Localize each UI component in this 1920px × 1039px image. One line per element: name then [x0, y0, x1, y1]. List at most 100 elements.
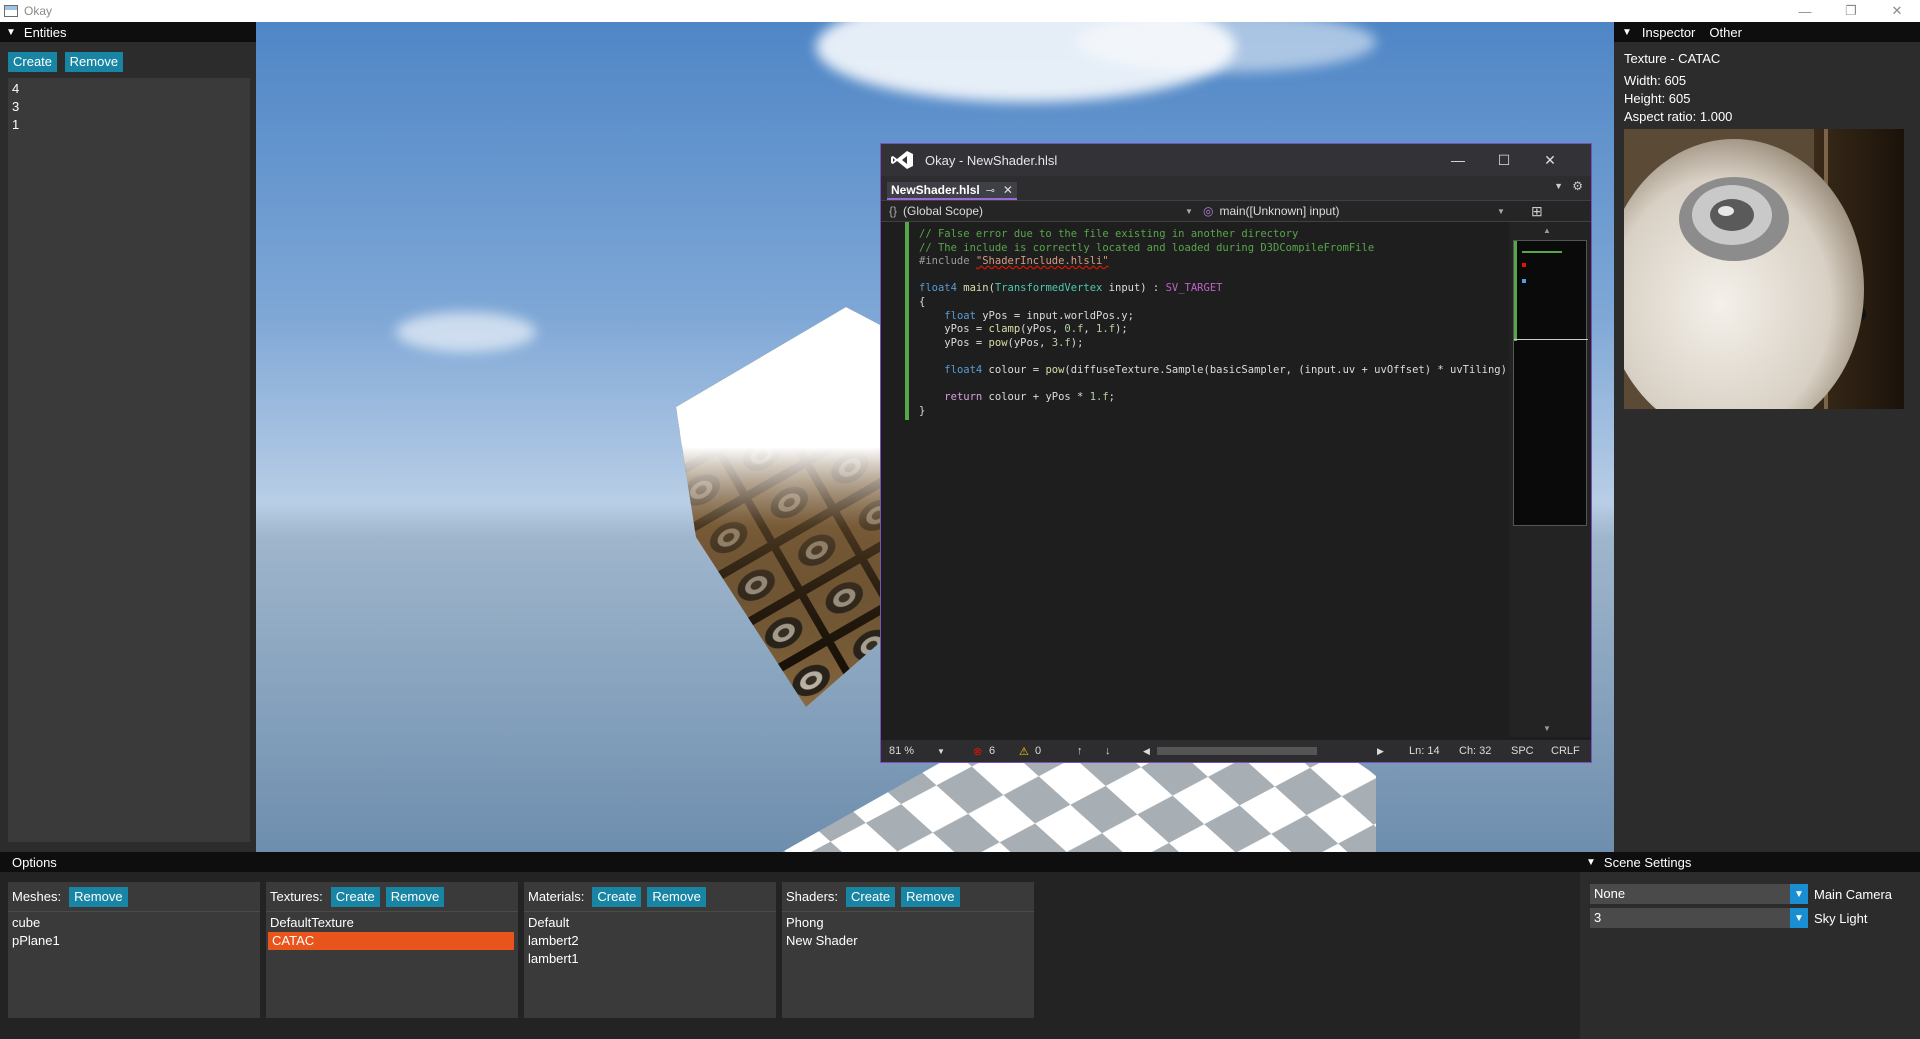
materials-label: Materials:	[528, 889, 585, 904]
scroll-right-icon[interactable]: ▶	[1377, 746, 1384, 757]
textures-header: Textures: Create Remove	[266, 882, 518, 912]
remove-mesh-button[interactable]: Remove	[69, 886, 128, 907]
app-icon	[4, 5, 18, 17]
textures-label: Textures:	[270, 889, 323, 904]
warning-icon[interactable]: ⚠	[1019, 745, 1029, 758]
minimize-button[interactable]: —	[1782, 0, 1828, 22]
split-icon[interactable]: ⊞	[1531, 203, 1543, 220]
pin-icon[interactable]: ⊸	[986, 184, 995, 197]
material-list: Default lambert2 lambert1	[524, 912, 776, 968]
zoom-dropdown-icon[interactable]: ▼	[937, 747, 945, 756]
list-item[interactable]: 3	[12, 98, 246, 116]
restore-button[interactable]: ❐	[1828, 0, 1874, 22]
create-entity-button[interactable]: Create	[8, 52, 58, 72]
tab-dropdown-icon[interactable]: ▼	[1554, 181, 1563, 191]
change-indicator	[905, 222, 909, 420]
list-item[interactable]: 4	[12, 80, 246, 98]
materials-column: Materials: Create Remove Default lambert…	[524, 882, 776, 1018]
scroll-up-icon[interactable]: ▲	[1543, 226, 1551, 235]
spacing-mode[interactable]: SPC	[1511, 745, 1534, 757]
warning-count[interactable]: 0	[1035, 745, 1041, 757]
function-icon: ◎	[1203, 204, 1214, 218]
tab-label: NewShader.hlsl	[891, 183, 980, 197]
braces-icon: {}	[889, 204, 898, 218]
entities-panel: ▼ Entities Create Remove 4 3 1	[0, 22, 256, 852]
list-item[interactable]: lambert2	[524, 932, 776, 950]
list-item[interactable]: pPlane1	[8, 932, 260, 950]
meshes-column: Meshes: Remove cube pPlane1	[8, 882, 260, 1018]
list-item[interactable]: cube	[8, 914, 260, 932]
close-button[interactable]: ✕	[1874, 0, 1920, 22]
collapse-triangle-icon[interactable]: ▼	[1586, 857, 1596, 868]
tab-inspector[interactable]: Inspector	[1642, 25, 1695, 40]
list-item-selected[interactable]: CATAC	[268, 932, 514, 950]
line-ending[interactable]: CRLF	[1551, 745, 1580, 757]
create-material-button[interactable]: Create	[592, 886, 642, 907]
editor-navbar: {} (Global Scope) ▼ ◎ main([Unknown] input…	[881, 200, 1591, 222]
main-camera-label: Main Camera	[1814, 886, 1893, 902]
main-camera-select[interactable]: None	[1590, 884, 1790, 904]
line-number: Ln: 14	[1409, 745, 1440, 757]
sky-light-select[interactable]: 3	[1590, 908, 1790, 928]
prev-issue-icon[interactable]: ↑	[1077, 745, 1083, 757]
tab-newshader[interactable]: NewShader.hlsl ⊸ ✕	[887, 182, 1017, 200]
entity-list: 4 3 1	[8, 78, 250, 842]
materials-header: Materials: Create Remove	[524, 882, 776, 912]
scope-label: (Global Scope)	[903, 204, 984, 218]
code-area[interactable]: // False error due to the file existing …	[881, 222, 1526, 737]
next-issue-icon[interactable]: ↓	[1105, 745, 1111, 757]
create-shader-button[interactable]: Create	[846, 886, 896, 907]
collapse-triangle-icon[interactable]: ▼	[6, 27, 16, 38]
editor-title: Okay - NewShader.hlsl	[925, 152, 1058, 168]
texture-height: Height: 605	[1624, 91, 1691, 106]
list-item[interactable]: lambert1	[524, 950, 776, 968]
list-item[interactable]: DefaultTexture	[266, 914, 518, 932]
function-dropdown[interactable]: ◎ main([Unknown] input)	[1203, 204, 1340, 218]
inspector-tabs: ▼ Inspector Other	[1614, 22, 1920, 42]
scope-dropdown[interactable]: {} (Global Scope)	[889, 204, 983, 218]
editor-close-button[interactable]: ✕	[1527, 144, 1573, 176]
error-count[interactable]: 6	[989, 745, 995, 757]
meshes-label: Meshes:	[12, 889, 62, 904]
options-panel: Options Meshes: Remove cube pPlane1 Text…	[0, 852, 1580, 1039]
textures-column: Textures: Create Remove DefaultTexture C…	[266, 882, 518, 1018]
shaders-header: Shaders: Create Remove	[782, 882, 1034, 912]
list-item[interactable]: Phong	[782, 914, 1034, 932]
create-texture-button[interactable]: Create	[330, 886, 380, 907]
horizontal-scrollbar[interactable]	[1157, 747, 1317, 755]
entities-header[interactable]: ▼ Entities	[0, 22, 256, 42]
scene-settings-header[interactable]: ▼ Scene Settings	[1580, 852, 1920, 872]
main-camera-row: None ▼ Main Camera	[1590, 884, 1892, 904]
code-editor-window[interactable]: Okay - NewShader.hlsl — ☐ ✕ NewShader.hl…	[880, 143, 1592, 763]
entities-buttons: Create Remove	[8, 52, 124, 72]
remove-entity-button[interactable]: Remove	[64, 52, 124, 72]
entities-title: Entities	[23, 24, 67, 40]
remove-material-button[interactable]: Remove	[647, 886, 706, 907]
code-minimap[interactable]: ▲ ▼	[1509, 222, 1591, 737]
editor-minimize-button[interactable]: —	[1435, 144, 1481, 176]
chevron-down-icon[interactable]: ▼	[1790, 908, 1808, 928]
list-item[interactable]: New Shader	[782, 932, 1034, 950]
list-item[interactable]: 1	[12, 116, 246, 134]
remove-shader-button[interactable]: Remove	[901, 886, 960, 907]
list-item[interactable]: Default	[524, 914, 776, 932]
scroll-down-icon[interactable]: ▼	[1543, 724, 1551, 733]
texture-preview-image	[1624, 129, 1904, 409]
tab-other[interactable]: Other	[1709, 25, 1742, 40]
tab-close-icon[interactable]: ✕	[1003, 183, 1013, 197]
collapse-triangle-icon[interactable]: ▼	[1622, 27, 1632, 38]
chevron-down-icon[interactable]: ▼	[1790, 884, 1808, 904]
function-label: main([Unknown] input)	[1219, 204, 1340, 218]
settings-gear-icon[interactable]: ⚙	[1572, 179, 1583, 193]
error-icon[interactable]: ⊗	[973, 745, 982, 758]
remove-texture-button[interactable]: Remove	[385, 886, 445, 907]
chevron-down-icon[interactable]: ▼	[1185, 207, 1193, 216]
chevron-down-icon[interactable]: ▼	[1497, 207, 1505, 216]
options-header[interactable]: Options	[0, 852, 1580, 872]
scroll-left-icon[interactable]: ◀	[1143, 746, 1150, 757]
shader-code[interactable]: // False error due to the file existing …	[919, 228, 1526, 418]
texture-width: Width: 605	[1624, 73, 1687, 88]
editor-maximize-button[interactable]: ☐	[1481, 144, 1527, 176]
zoom-level[interactable]: 81 %	[889, 745, 914, 757]
minimap-viewport[interactable]	[1513, 240, 1588, 526]
